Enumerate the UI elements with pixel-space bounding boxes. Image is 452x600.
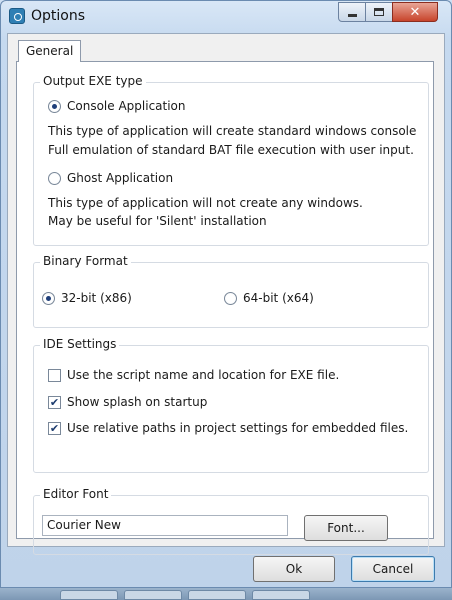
- maximize-button[interactable]: [365, 2, 393, 22]
- close-button[interactable]: ✕: [392, 2, 438, 22]
- show-splash-label: Show splash on startup: [67, 395, 208, 409]
- cancel-button[interactable]: Cancel: [351, 556, 435, 582]
- use-script-name-label: Use the script name and location for EXE…: [67, 368, 340, 382]
- console-application-label: Console Application: [67, 99, 186, 113]
- ok-button[interactable]: Ok: [253, 556, 335, 582]
- output-exe-legend: Output EXE type: [40, 74, 146, 88]
- radio-selected-icon: [42, 291, 55, 305]
- relative-paths-label: Use relative paths in project settings f…: [67, 421, 409, 435]
- ghost-description-line2: May be useful for 'Silent' installation: [48, 214, 267, 228]
- x64-radio[interactable]: 64-bit (x64): [224, 291, 314, 305]
- console-description-line1: This type of application will create sta…: [48, 124, 417, 138]
- ghost-application-label: Ghost Application: [67, 171, 174, 185]
- close-icon: ✕: [409, 4, 421, 20]
- use-script-name-checkbox[interactable]: Use the script name and location for EXE…: [48, 368, 339, 382]
- general-tab-panel: Output EXE type Console Application This…: [16, 61, 434, 555]
- ide-settings-group: IDE Settings Use the script name and loc…: [33, 337, 429, 473]
- checkbox-unchecked-icon: [48, 368, 61, 382]
- checkmark-icon: ✔: [48, 421, 61, 435]
- console-application-radio[interactable]: Console Application: [48, 99, 186, 113]
- radio-selected-icon: [48, 99, 61, 113]
- radio-unselected-icon: [224, 291, 237, 305]
- editor-font-legend: Editor Font: [40, 487, 112, 501]
- taskbar-item[interactable]: [124, 590, 182, 600]
- app-icon: [9, 8, 25, 24]
- x86-label: 32-bit (x86): [61, 291, 132, 305]
- console-description-line2: Full emulation of standard BAT file exec…: [48, 143, 414, 157]
- editor-font-field[interactable]: Courier New: [42, 515, 288, 536]
- dialog-client-area: General Output EXE type Console Applicat…: [7, 33, 445, 555]
- editor-font-group: Editor Font Courier New Font...: [33, 487, 429, 555]
- x64-label: 64-bit (x64): [243, 291, 314, 305]
- ide-settings-legend: IDE Settings: [40, 337, 120, 351]
- taskbar-item[interactable]: [252, 590, 310, 600]
- binary-format-legend: Binary Format: [40, 254, 131, 268]
- output-exe-group: Output EXE type Console Application This…: [33, 74, 429, 246]
- font-button[interactable]: Font...: [304, 515, 388, 541]
- minimize-icon: [347, 14, 357, 17]
- window-title: Options: [31, 8, 86, 24]
- maximize-icon: [374, 8, 384, 16]
- show-splash-checkbox[interactable]: ✔ Show splash on startup: [48, 395, 207, 409]
- relative-paths-checkbox[interactable]: ✔ Use relative paths in project settings…: [48, 421, 408, 435]
- radio-unselected-icon: [48, 171, 61, 185]
- tab-general[interactable]: General: [18, 40, 82, 62]
- ghost-application-radio[interactable]: Ghost Application: [48, 171, 173, 185]
- taskbar-item[interactable]: [60, 590, 118, 600]
- options-dialog: Options ✕ General Output EXE type Consol…: [0, 0, 452, 588]
- checkmark-icon: ✔: [48, 395, 61, 409]
- taskbar-item[interactable]: [188, 590, 246, 600]
- taskbar: [0, 588, 452, 600]
- minimize-button[interactable]: [338, 2, 366, 22]
- x86-radio[interactable]: 32-bit (x86): [42, 291, 132, 305]
- ghost-description-line1: This type of application will not create…: [48, 196, 363, 210]
- title-bar[interactable]: Options ✕: [1, 1, 451, 33]
- binary-format-group: Binary Format 32-bit (x86) 64-bit (x64): [33, 254, 429, 328]
